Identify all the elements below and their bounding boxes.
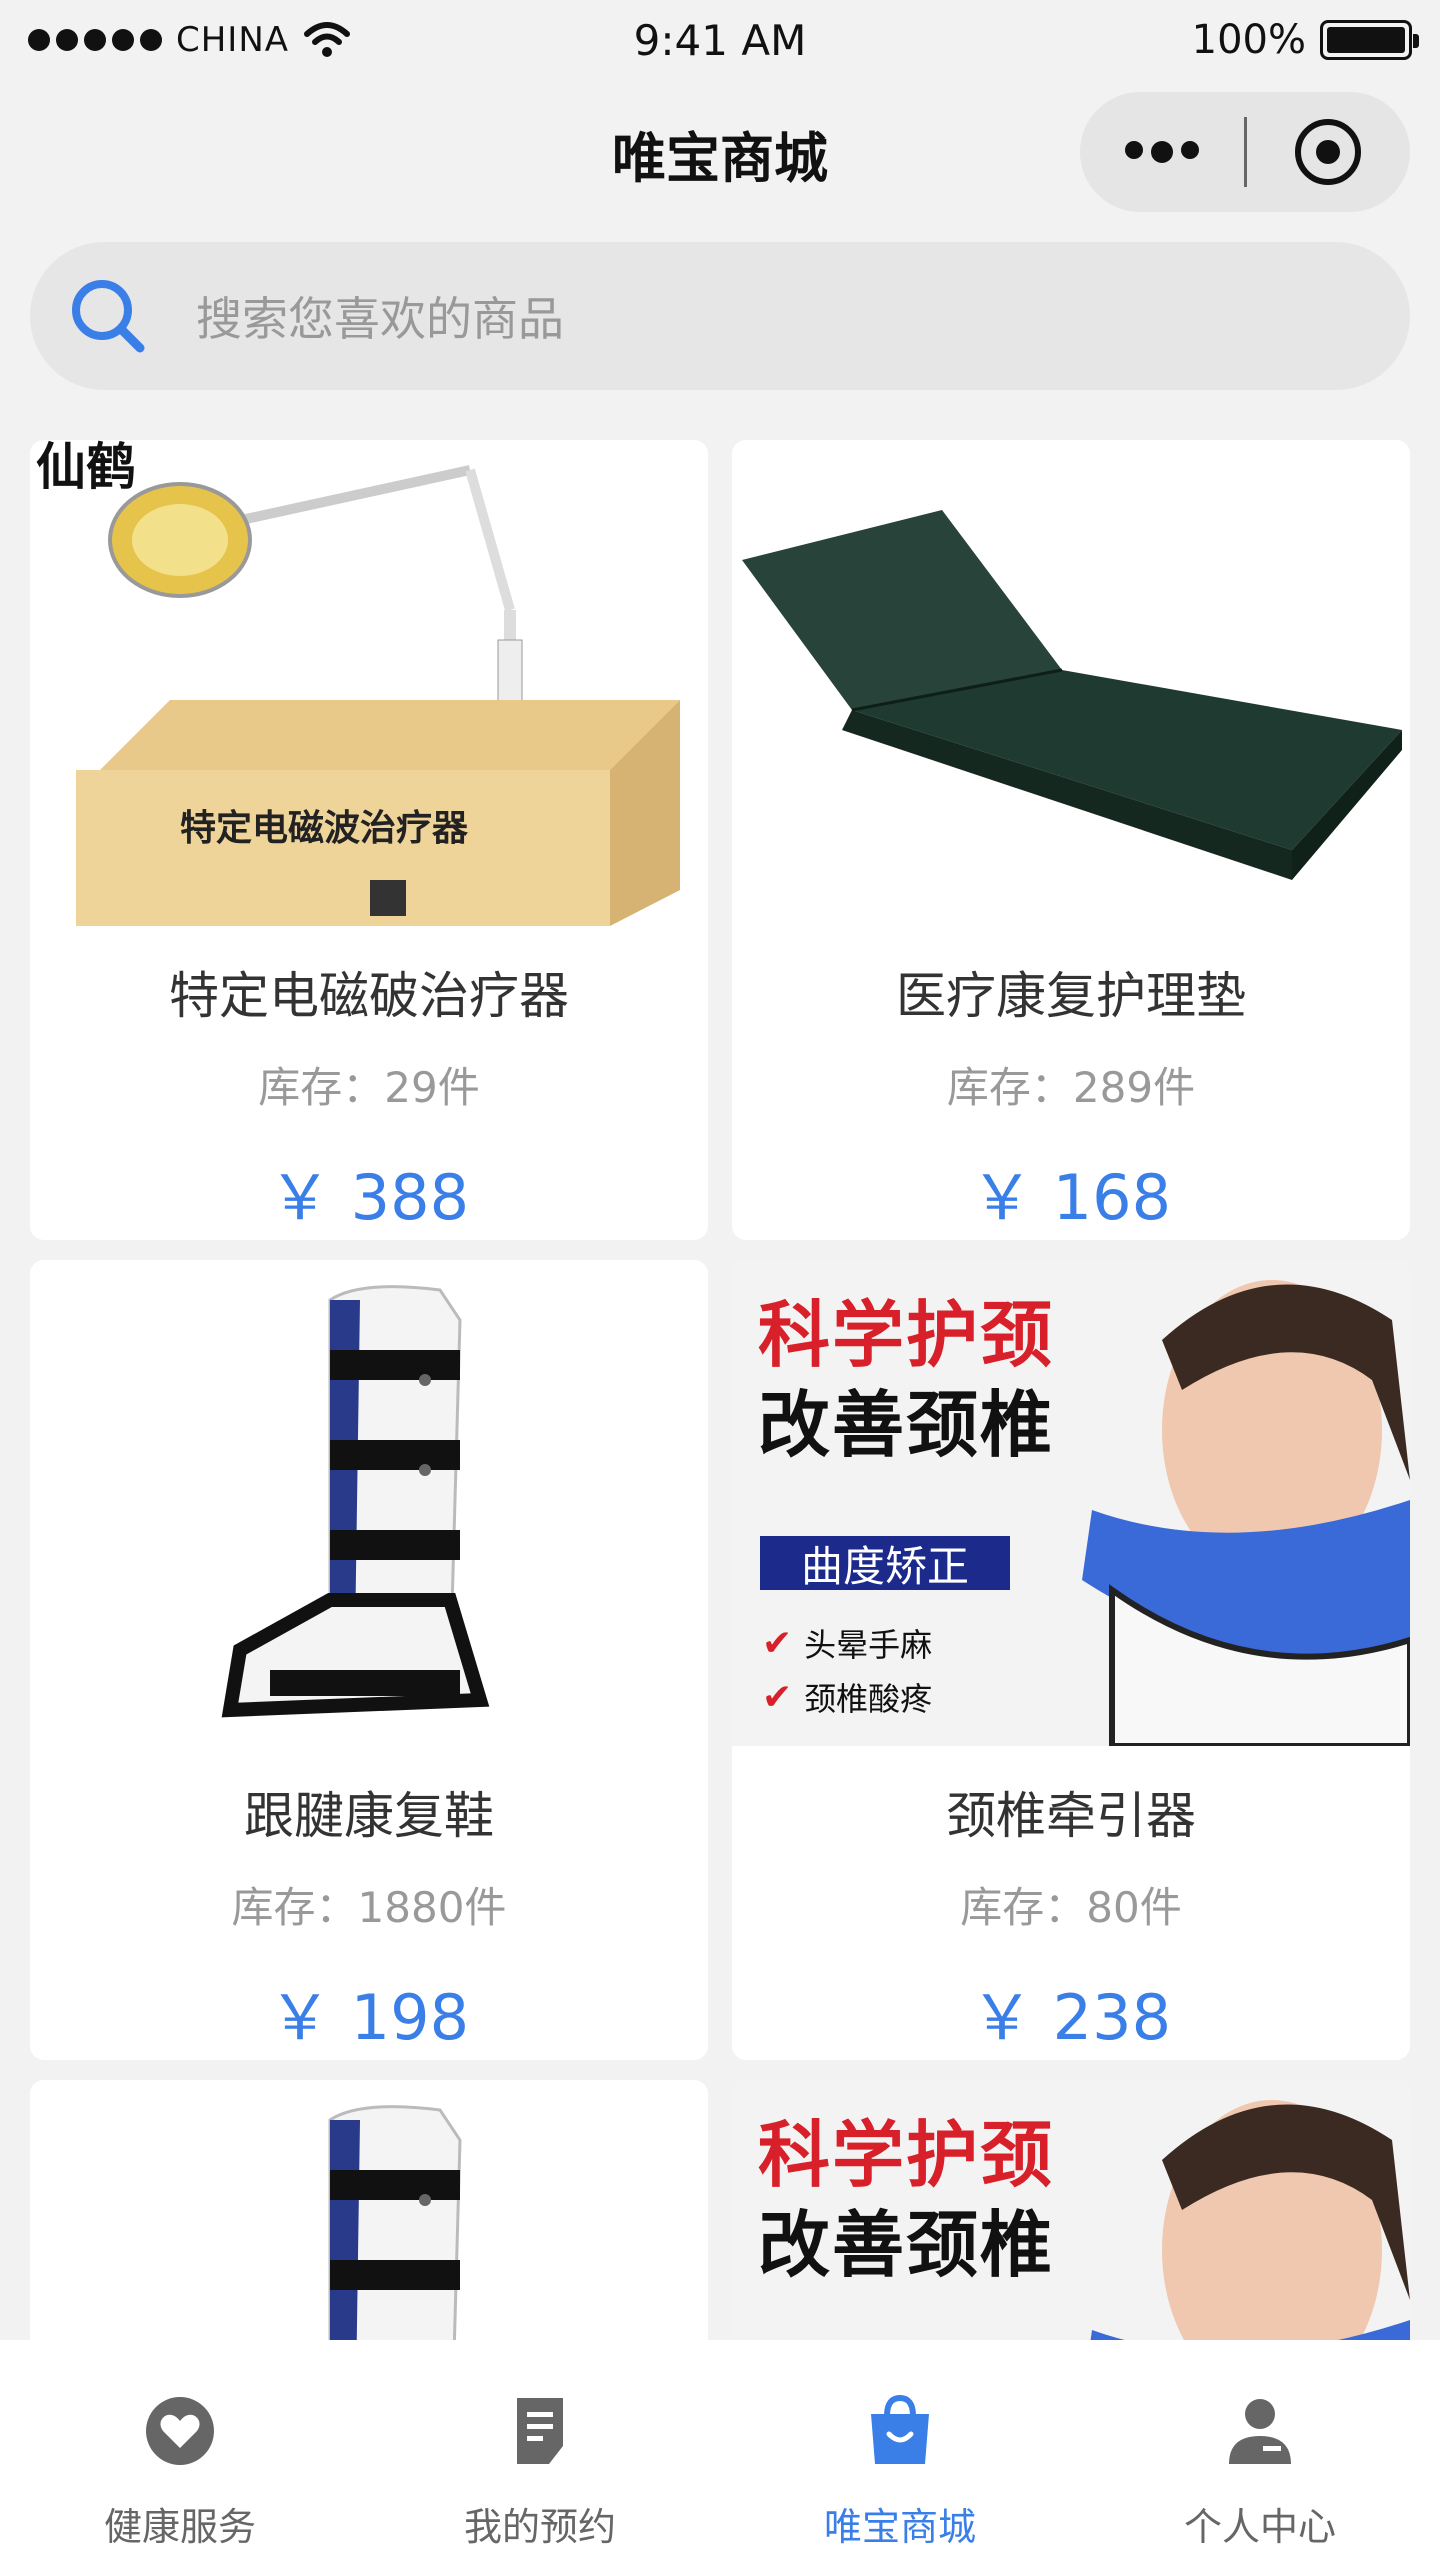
battery-percent: 100% xyxy=(1191,17,1306,63)
banner-line2: 改善颈椎 xyxy=(758,1383,1055,1467)
close-button[interactable] xyxy=(1247,92,1411,212)
brand-logo: 仙鹤 xyxy=(36,440,136,496)
tab-bar: 健康服务 我的预约 唯宝商城 个人中心 xyxy=(0,2340,1440,2560)
check-icon: ✔ xyxy=(762,1622,793,1664)
tab-label: 我的预约 xyxy=(463,2505,616,2549)
product-grid: 仙鹤 特定电磁波治疗器 特定电磁破治疗器 库存：29件 ￥ 388 医疗康复护理… xyxy=(30,440,1410,2380)
product-image: 科学护颈 改善颈椎 曲度矫正 ✔ 头晕手麻 ✔ 颈椎酸疼 xyxy=(732,1260,1410,1746)
check-item: ✔ 头晕手麻 xyxy=(762,1622,933,1665)
target-icon xyxy=(1295,119,1362,185)
tab-personal-center[interactable]: 个人中心 xyxy=(1080,2340,1440,2560)
search-input[interactable]: 搜索您喜欢的商品 xyxy=(196,283,564,349)
check-item: ✔ 颈椎酸疼 xyxy=(762,1676,933,1719)
product-card[interactable]: 跟腱康复鞋 库存：1880件 ￥ 198 xyxy=(30,1260,708,2060)
check-icon: ✔ xyxy=(762,1676,793,1718)
product-price: ￥ 238 xyxy=(970,1981,1172,2054)
product-image xyxy=(30,2080,708,2380)
product-image: 仙鹤 特定电磁波治疗器 xyxy=(30,440,708,926)
product-price: ￥ 168 xyxy=(970,1161,1172,1234)
more-dots-icon xyxy=(1124,141,1199,163)
search-bar[interactable]: 搜索您喜欢的商品 xyxy=(30,242,1410,390)
product-stock: 库存：29件 xyxy=(258,1063,480,1112)
wifi-icon xyxy=(304,22,351,57)
document-icon xyxy=(517,2398,563,2464)
tab-my-appointments[interactable]: 我的预约 xyxy=(360,2340,720,2560)
product-card[interactable]: 仙鹤 特定电磁波治疗器 特定电磁破治疗器 库存：29件 ￥ 388 xyxy=(30,440,708,1240)
carrier-name: CHINA xyxy=(176,20,290,60)
product-stock: 库存：289件 xyxy=(946,1063,1196,1112)
banner-tag: 曲度矫正 xyxy=(760,1536,1010,1591)
product-name: 特定电磁破治疗器 xyxy=(169,967,569,1025)
product-stock: 库存：1880件 xyxy=(231,1883,507,1932)
search-icon xyxy=(72,280,145,353)
product-price: ￥ 198 xyxy=(268,1981,470,2054)
tab-mall[interactable]: 唯宝商城 xyxy=(720,2340,1080,2560)
more-button[interactable] xyxy=(1080,92,1244,212)
status-left: CHINA xyxy=(28,20,351,60)
user-icon xyxy=(1229,2399,1291,2464)
heart-icon xyxy=(146,2397,214,2465)
box-label: 特定电磁波治疗器 xyxy=(180,808,469,849)
tab-label: 个人中心 xyxy=(1183,2505,1336,2549)
product-price: ￥ 388 xyxy=(268,1161,470,1234)
product-name: 颈椎牵引器 xyxy=(946,1787,1196,1845)
mini-program-capsule xyxy=(1080,92,1410,212)
product-card[interactable]: 科学护颈 改善颈椎 曲度矫正 ✔ 头晕手麻 ✔ 颈椎酸疼 颈椎牵引器 库存：80件 … xyxy=(732,1260,1410,2060)
status-bar: CHINA 9:41 AM 100% xyxy=(0,0,1440,80)
tab-label: 健康服务 xyxy=(103,2505,256,2549)
product-name: 跟腱康复鞋 xyxy=(244,1787,494,1845)
product-card[interactable]: 科学护颈 改善颈椎 xyxy=(732,2080,1410,2380)
product-name: 医疗康复护理垫 xyxy=(896,967,1246,1025)
banner-line2: 改善颈椎 xyxy=(758,2203,1055,2287)
product-card[interactable]: 医疗康复护理垫 库存：289件 ￥ 168 xyxy=(732,440,1410,1240)
nav-bar: 唯宝商城 xyxy=(0,80,1440,220)
tab-label: 唯宝商城 xyxy=(823,2505,976,2549)
status-right: 100% xyxy=(1191,17,1419,63)
product-image: 科学护颈 改善颈椎 xyxy=(732,2080,1410,2380)
product-stock: 库存：80件 xyxy=(960,1883,1182,1932)
battery-icon xyxy=(1320,20,1419,60)
signal-icon xyxy=(28,29,162,51)
product-image xyxy=(30,1260,708,1746)
tab-health-service[interactable]: 健康服务 xyxy=(0,2340,360,2560)
shopping-bag-icon xyxy=(871,2394,929,2464)
product-card[interactable] xyxy=(30,2080,708,2380)
product-image xyxy=(732,440,1410,926)
